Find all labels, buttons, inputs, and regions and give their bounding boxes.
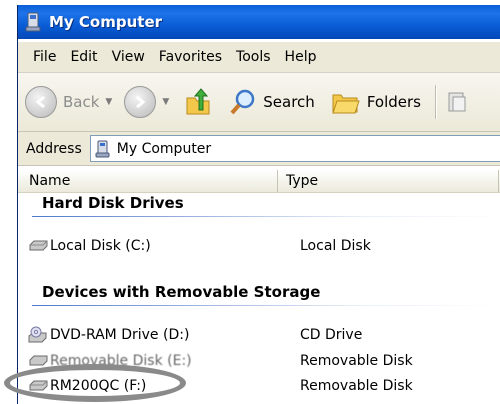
search-icon bbox=[230, 89, 255, 115]
column-name[interactable]: Name bbox=[18, 170, 278, 192]
menu-help[interactable]: Help bbox=[278, 49, 324, 65]
menu-edit[interactable]: Edit bbox=[63, 49, 104, 65]
title-bar[interactable]: My Computer bbox=[18, 5, 500, 39]
dvd-drive-icon bbox=[28, 326, 50, 343]
search-label: Search bbox=[263, 93, 315, 111]
explorer-window: My Computer File Edit View Favorites Too… bbox=[17, 5, 500, 404]
group-divider bbox=[32, 216, 500, 217]
address-value: My Computer bbox=[116, 140, 212, 157]
forward-dropdown-icon[interactable]: ▼ bbox=[162, 97, 169, 107]
folders-label: Folders bbox=[366, 93, 421, 111]
standard-toolbar: Back ▼ ▼ Search Folders bbox=[18, 73, 500, 132]
back-arrow-icon bbox=[25, 86, 57, 118]
drive-type: Removable Disk bbox=[300, 353, 413, 369]
group-header-removable: Devices with Removable Storage bbox=[42, 283, 321, 301]
up-folder-button[interactable] bbox=[185, 82, 211, 122]
list-item-local-disk[interactable]: Local Disk (C:) Local Disk bbox=[28, 236, 371, 256]
drive-type: Removable Disk bbox=[300, 378, 413, 394]
column-type[interactable]: Type bbox=[278, 170, 499, 192]
list-column-header: Name Type bbox=[18, 170, 500, 193]
search-button[interactable]: Search bbox=[229, 82, 315, 122]
window-title: My Computer bbox=[49, 13, 163, 31]
column-name-label: Name bbox=[29, 173, 71, 189]
drive-name: Local Disk (C:) bbox=[50, 238, 151, 254]
folders-button[interactable]: Folders bbox=[331, 82, 421, 122]
views-button[interactable] bbox=[447, 82, 467, 122]
highlight-circle-annotation bbox=[4, 364, 186, 402]
up-folder-icon bbox=[186, 88, 210, 115]
menu-file[interactable]: File bbox=[26, 49, 63, 65]
views-icon bbox=[448, 92, 466, 112]
forward-button[interactable]: ▼ bbox=[124, 82, 177, 122]
back-label: Back bbox=[63, 93, 100, 111]
group-divider bbox=[32, 305, 500, 306]
forward-arrow-icon bbox=[124, 86, 157, 118]
back-button[interactable]: Back ▼ bbox=[25, 82, 120, 122]
hard-drive-icon bbox=[28, 238, 50, 254]
group-header-hard-disk: Hard Disk Drives bbox=[42, 194, 184, 212]
drive-name: DVD-RAM Drive (D:) bbox=[50, 327, 190, 343]
toolbar-separator bbox=[434, 85, 437, 119]
column-type-label: Type bbox=[286, 173, 319, 189]
address-bar: Address My Computer bbox=[18, 132, 500, 166]
my-computer-icon bbox=[25, 12, 41, 32]
menu-bar: File Edit View Favorites Tools Help bbox=[18, 42, 500, 73]
drive-type: Local Disk bbox=[300, 238, 371, 254]
address-field[interactable]: My Computer bbox=[89, 135, 500, 162]
menu-view[interactable]: View bbox=[105, 49, 152, 65]
drive-type: CD Drive bbox=[300, 327, 363, 343]
my-computer-icon bbox=[95, 140, 110, 157]
back-dropdown-icon[interactable]: ▼ bbox=[105, 97, 112, 107]
folders-icon bbox=[332, 94, 360, 114]
menu-favorites[interactable]: Favorites bbox=[152, 49, 229, 65]
list-item-dvd-drive[interactable]: DVD-RAM Drive (D:) CD Drive bbox=[28, 325, 362, 345]
menu-tools[interactable]: Tools bbox=[229, 49, 278, 65]
address-label: Address bbox=[26, 140, 82, 157]
